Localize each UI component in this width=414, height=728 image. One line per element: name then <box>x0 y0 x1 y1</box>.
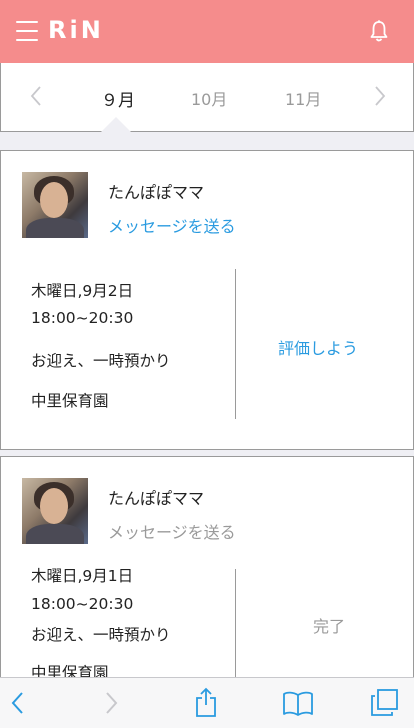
booking-time: 18:00~20:30 <box>31 595 134 613</box>
active-month-pointer <box>101 117 131 132</box>
avatar <box>22 478 88 544</box>
forward-arrow-icon[interactable] <box>103 690 119 716</box>
month-tab-october[interactable]: 10月 <box>191 86 227 110</box>
chevron-left-icon[interactable] <box>29 85 43 107</box>
completed-status: 完了 <box>313 617 346 636</box>
send-message-link: メッセージを送る <box>108 523 236 542</box>
browser-toolbar <box>0 677 414 728</box>
booking-card: たんぽぽママ メッセージを送る 木曜日,9月2日 18:00~20:30 お迎え… <box>0 150 414 450</box>
rate-button[interactable]: 評価しよう <box>278 335 358 359</box>
booking-place: 中里保育園 <box>31 392 109 410</box>
user-name: たんぽぽママ <box>108 489 205 508</box>
tabs-icon[interactable] <box>370 688 400 718</box>
card-divider <box>235 269 236 419</box>
chevron-right-icon[interactable] <box>373 85 387 107</box>
booking-date: 木曜日,9月1日 <box>31 567 134 585</box>
booking-service: お迎え、一時預かり <box>31 352 171 370</box>
month-tab-september[interactable]: ９月 <box>101 86 135 111</box>
month-tab-november[interactable]: 11月 <box>285 86 321 110</box>
bookmarks-icon[interactable] <box>282 691 314 717</box>
booking-card: たんぽぽママ メッセージを送る 木曜日,9月1日 18:00~20:30 お迎え… <box>0 456 414 698</box>
avatar <box>22 172 88 238</box>
app-header: RiN <box>0 0 414 63</box>
user-name: たんぽぽママ <box>108 183 205 202</box>
share-icon[interactable] <box>194 686 218 718</box>
booking-date: 木曜日,9月2日 <box>31 282 134 300</box>
back-arrow-icon[interactable] <box>10 690 26 716</box>
bell-icon[interactable] <box>370 20 388 42</box>
app-logo: RiN <box>48 16 104 44</box>
send-message-link[interactable]: メッセージを送る <box>108 213 236 237</box>
month-selector: ９月 10月 11月 <box>0 63 414 132</box>
booking-time: 18:00~20:30 <box>31 309 134 327</box>
booking-service: お迎え、一時預かり <box>31 626 171 644</box>
hamburger-menu-icon[interactable] <box>16 21 38 41</box>
